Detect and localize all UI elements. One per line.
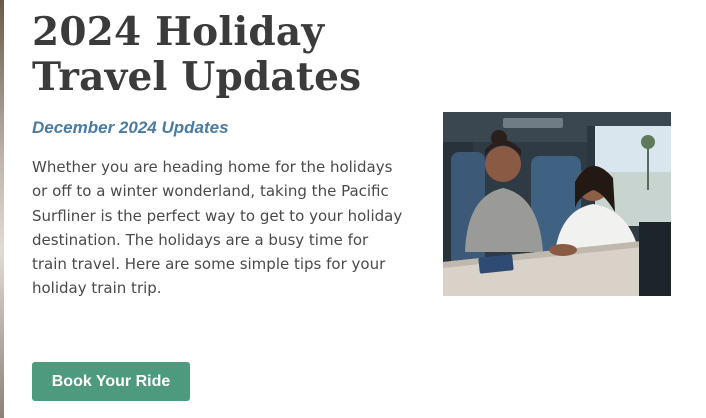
hands [549, 244, 577, 256]
ceiling-light [503, 118, 563, 128]
person-left-hair-bun [491, 130, 507, 146]
person-left-head [485, 146, 521, 182]
article-body: Whether you are heading home for the hol… [32, 158, 403, 298]
page-title: 2024 Holiday Travel Updates [32, 9, 362, 100]
adjacent-panel-edge [0, 0, 4, 418]
article-subtitle: December 2024 Updates [32, 118, 229, 137]
article-content: 2024 Holiday Travel Updates December 202… [32, 10, 412, 301]
train-interior-illustration [443, 112, 671, 296]
travelers-on-train-photo [443, 112, 671, 296]
palm-tree-crown [641, 135, 655, 149]
book-your-ride-button[interactable]: Book Your Ride [32, 362, 190, 401]
seat-foreground [639, 222, 671, 296]
